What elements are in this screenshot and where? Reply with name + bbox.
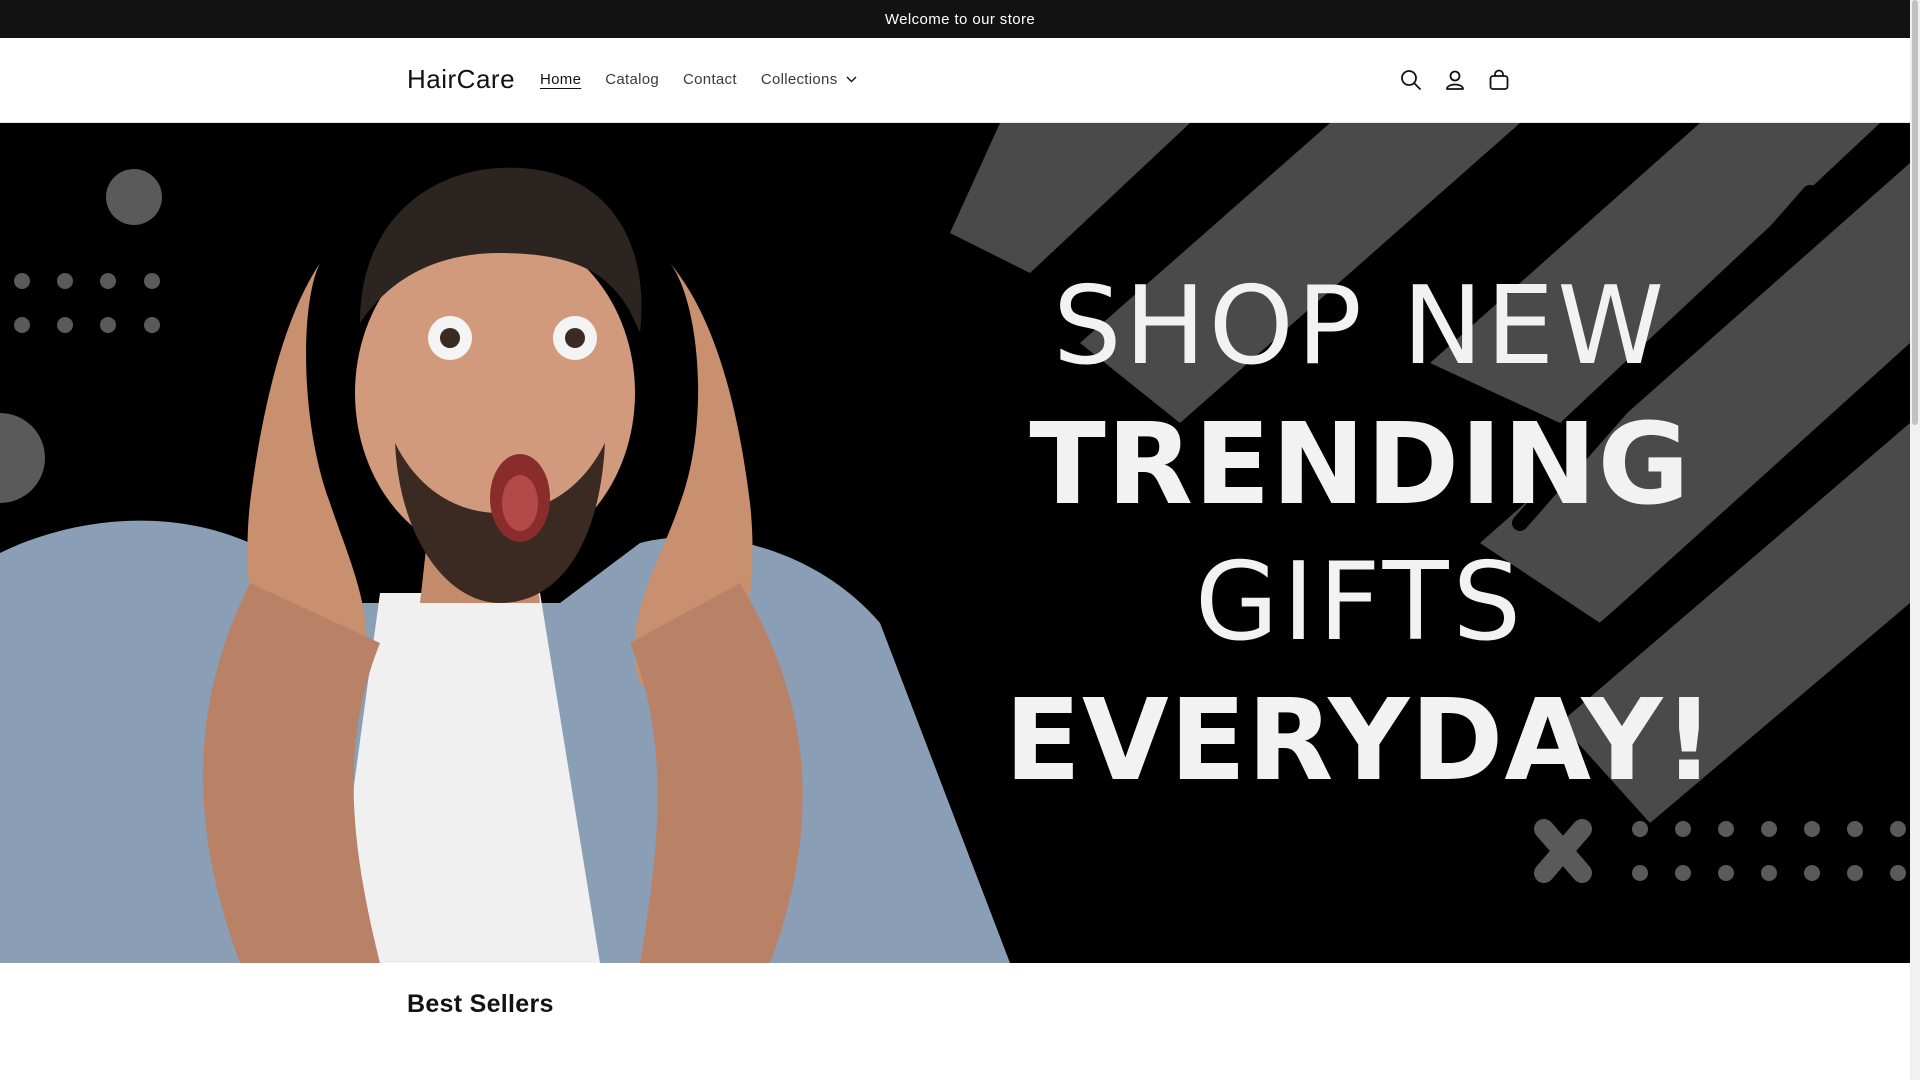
- header-icons: [1396, 60, 1514, 100]
- chevron-down-icon: [846, 76, 857, 83]
- hero-banner[interactable]: SHOP NEW TRENDING GIFTS EVERYDAY!: [0, 123, 1920, 963]
- scrollbar-thumb[interactable]: [1912, 0, 1918, 425]
- search-icon[interactable]: [1396, 60, 1426, 100]
- main-nav: Home Catalog Contact Collections: [528, 71, 869, 88]
- hero-headline: SHOP NEW TRENDING GIFTS EVERYDAY!: [980, 264, 1740, 806]
- nav-home[interactable]: Home: [528, 71, 593, 88]
- nav-catalog[interactable]: Catalog: [593, 71, 671, 88]
- nav-collections-label: Collections: [760, 71, 838, 88]
- hero-line-3: GIFTS: [1194, 540, 1526, 665]
- page-scrollbar[interactable]: [1910, 0, 1920, 1080]
- site-header: HairCare Home Catalog Contact Collection…: [0, 38, 1920, 123]
- cart-icon[interactable]: [1484, 60, 1514, 100]
- announcement-text: Welcome to our store: [884, 10, 1036, 28]
- best-sellers-heading: Best Sellers: [407, 990, 554, 1018]
- hero-line-2: TRENDING: [1029, 400, 1691, 530]
- nav-collections[interactable]: Collections: [749, 71, 869, 88]
- announcement-bar: Welcome to our store: [0, 0, 1920, 38]
- store-logo[interactable]: HairCare: [407, 64, 515, 95]
- hero-line-4: EVERYDAY!: [1004, 676, 1716, 806]
- account-icon[interactable]: [1440, 60, 1470, 100]
- hero-line-1: SHOP NEW: [1052, 264, 1668, 389]
- nav-contact[interactable]: Contact: [671, 71, 749, 88]
